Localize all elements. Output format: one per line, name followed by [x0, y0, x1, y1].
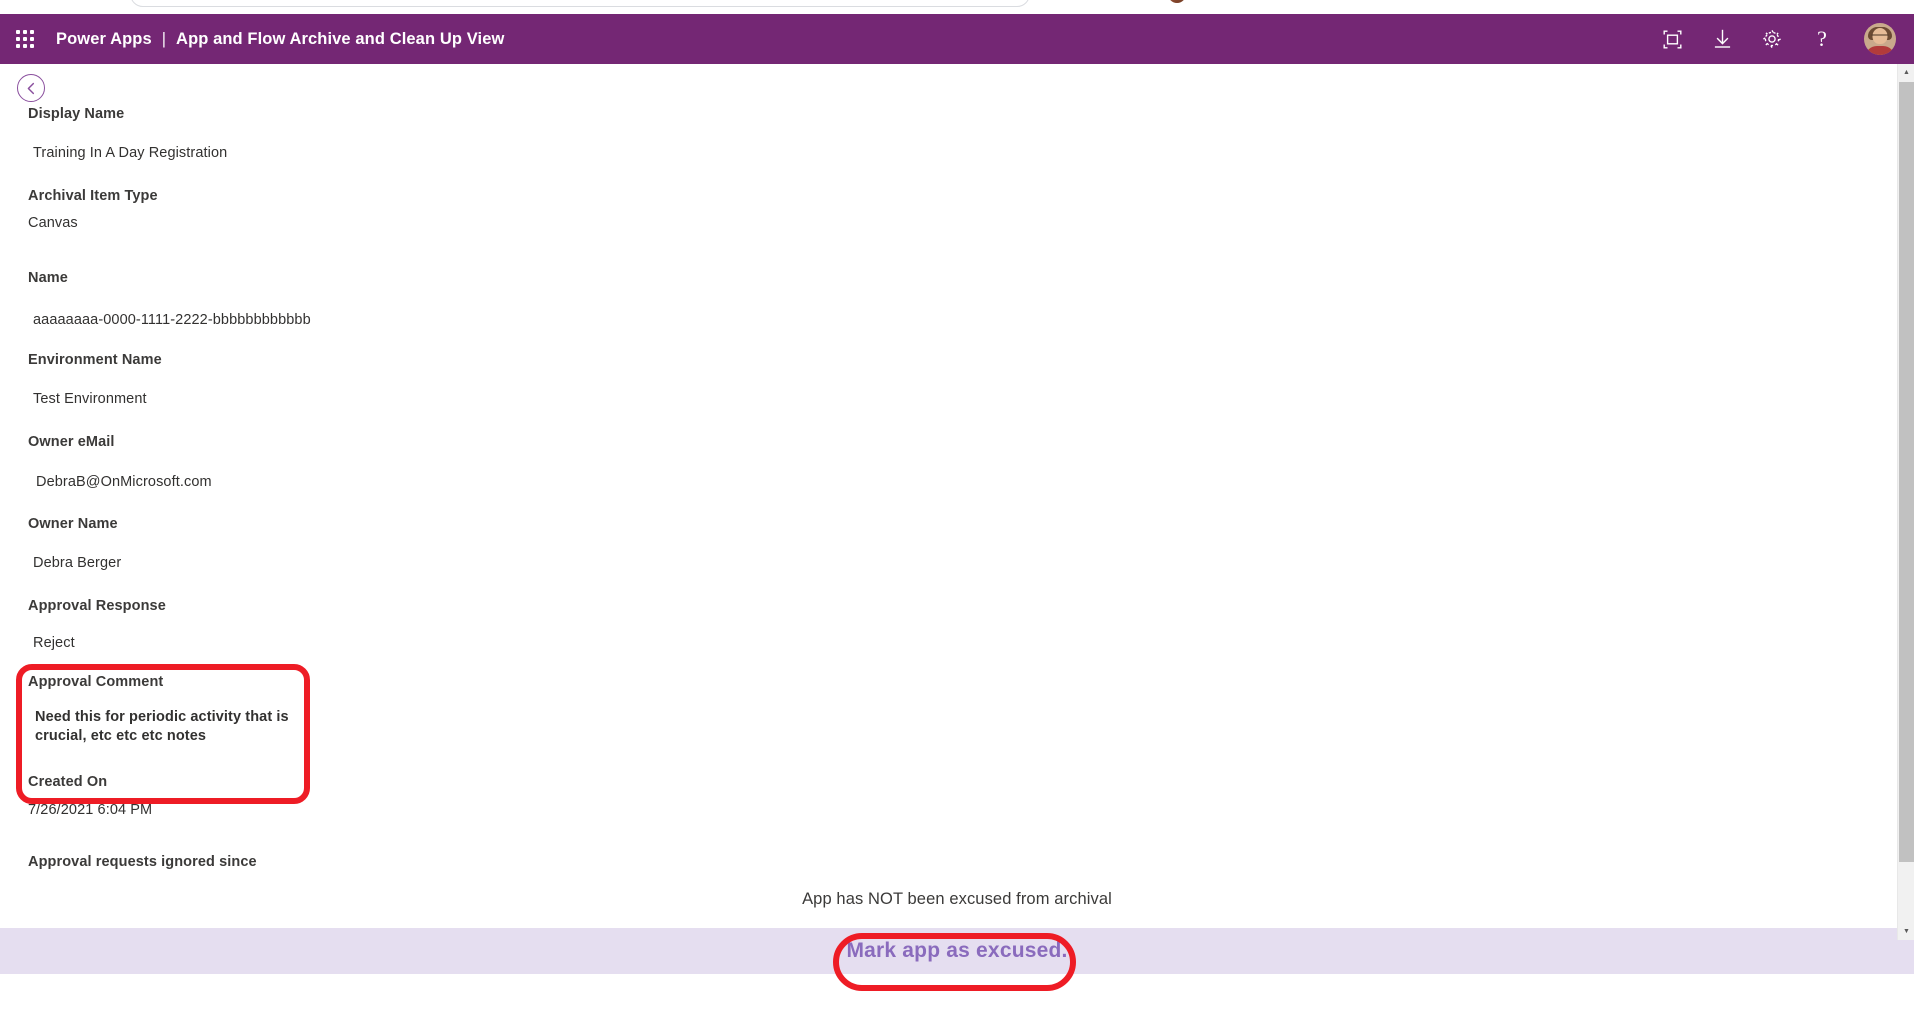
browser-extension-icon-4[interactable]: ⬚ [1136, 0, 1156, 4]
vertical-scrollbar[interactable]: ▲ ▼ [1897, 64, 1914, 940]
field-label: Approval Response [28, 598, 166, 614]
page-title: App and Flow Archive and Clean Up View [176, 29, 505, 48]
scroll-up-arrow-icon[interactable]: ▲ [1898, 64, 1914, 81]
browser-home-icon[interactable]: ⌂ [100, 0, 120, 4]
field-label: Archival Item Type [28, 188, 158, 204]
browser-extension-icon-1[interactable]: ■ [1040, 0, 1060, 4]
field-label: Created On [28, 774, 108, 790]
field-value: Canvas [28, 215, 78, 231]
browser-forward-icon[interactable]: › [40, 0, 60, 4]
browser-extension-icon-3[interactable]: ▶ [1104, 0, 1124, 4]
browser-extension-icon-2[interactable]: ◆ [1072, 0, 1092, 4]
browser-chrome: ‹ › ↻ ⌂ ■ ◆ ▶ ⬚ [0, 0, 1914, 14]
avatar[interactable] [1864, 23, 1896, 55]
fullscreen-icon[interactable] [1660, 27, 1684, 51]
field-value: DebraB@OnMicrosoft.com [36, 474, 212, 490]
brand-name: Power Apps [56, 29, 152, 48]
field-label: Approval requests ignored since [28, 854, 257, 870]
field-label: Environment Name [28, 352, 162, 368]
browser-reload-icon[interactable]: ↻ [70, 0, 90, 4]
field-label: Display Name [28, 106, 125, 122]
header-actions: ? [1660, 23, 1896, 55]
mark-app-as-excused-button[interactable]: Mark app as excused. [828, 935, 1085, 967]
field-label: Approval Comment [28, 674, 164, 690]
archival-status-text: App has NOT been excused from archival [802, 890, 1112, 908]
waffle-grid-icon[interactable] [14, 28, 36, 50]
browser-address-bar[interactable] [130, 0, 1030, 7]
app-canvas: Display Name Training In A Day Registrat… [0, 64, 1914, 1018]
browser-toolbar-right: ■ ◆ ▶ ⬚ [1040, 0, 1186, 4]
help-question-glyph: ? [1817, 26, 1827, 51]
field-value: Debra Berger [33, 555, 122, 571]
field-value: Reject [33, 635, 75, 651]
field-value: aaaaaaaa-0000-1111-2222-bbbbbbbbbbbb [33, 312, 311, 328]
field-value: 7/26/2021 6:04 PM [28, 802, 153, 818]
field-value: Test Environment [33, 391, 147, 407]
help-icon[interactable]: ? [1810, 27, 1834, 51]
brand-block: Power Apps | App and Flow Archive and Cl… [56, 30, 504, 49]
app-root: ‹ › ↻ ⌂ ■ ◆ ▶ ⬚ Power Apps | App and Flo… [0, 0, 1914, 1018]
browser-profile-avatar[interactable] [1168, 0, 1186, 3]
back-button[interactable] [17, 74, 45, 102]
browser-toolbar: ‹ › ↻ ⌂ ■ ◆ ▶ ⬚ [0, 0, 1914, 14]
settings-gear-icon[interactable] [1760, 27, 1784, 51]
field-value: Training In A Day Registration [33, 145, 228, 161]
field-value: Need this for periodic activity that is … [35, 709, 289, 744]
app-header: Power Apps | App and Flow Archive and Cl… [0, 14, 1914, 64]
field-label: Owner eMail [28, 434, 115, 450]
scroll-down-arrow-icon[interactable]: ▼ [1898, 923, 1914, 940]
scrollbar-thumb[interactable] [1899, 82, 1914, 862]
action-band: Mark app as excused. [0, 928, 1914, 974]
browser-back-icon[interactable]: ‹ [10, 0, 30, 4]
brand-separator: | [161, 29, 167, 48]
field-label: Name [28, 270, 68, 286]
download-icon[interactable] [1710, 27, 1734, 51]
field-label: Owner Name [28, 516, 118, 532]
